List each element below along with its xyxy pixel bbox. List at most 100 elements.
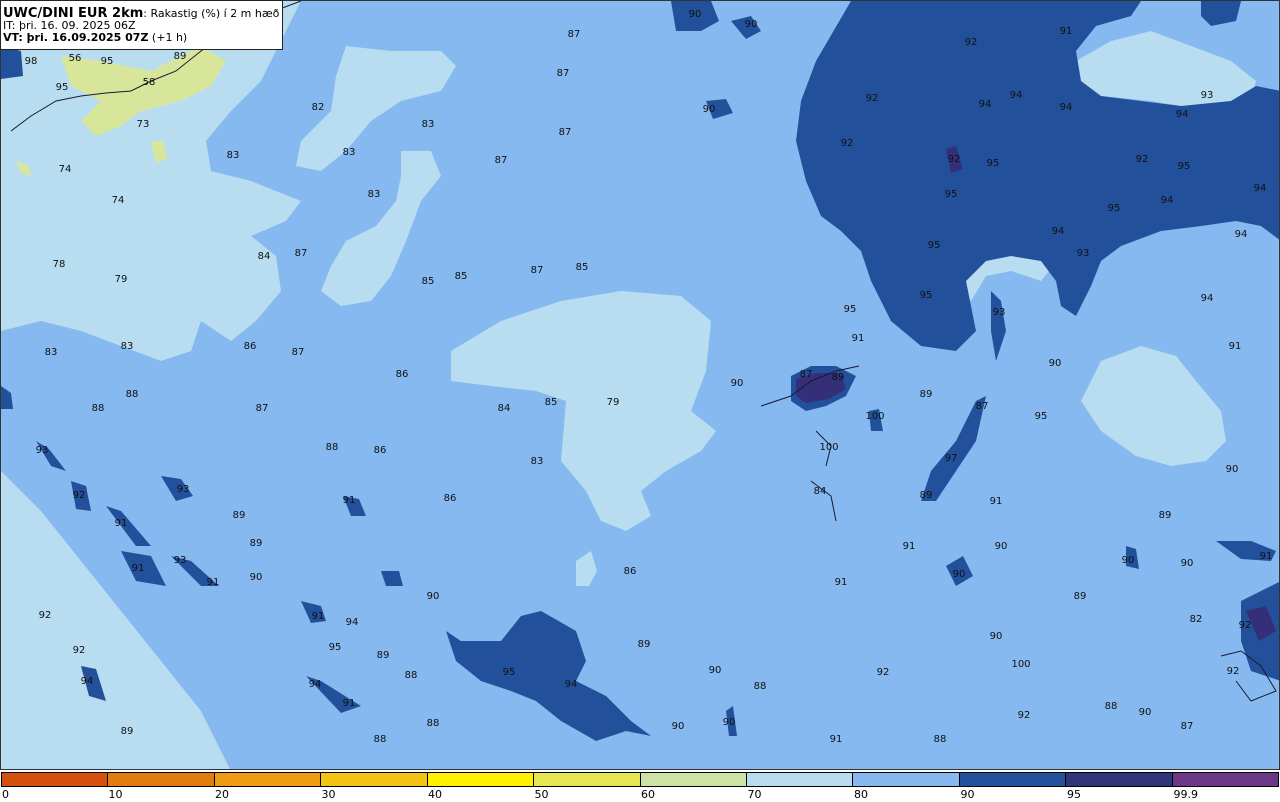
humidity-value-label: 84 — [257, 251, 271, 262]
humidity-value-label: 92 — [876, 667, 890, 678]
humidity-value-label: 90 — [1048, 358, 1062, 369]
humidity-value-label: 89 — [919, 389, 933, 400]
humidity-value-label: 82 — [311, 102, 325, 113]
humidity-value-label: 86 — [623, 566, 637, 577]
humidity-value-label: 79 — [114, 274, 128, 285]
zone-below-80-small — [576, 551, 597, 586]
map-canvas — [0, 0, 1280, 770]
humidity-value-label: 94 — [1059, 102, 1073, 113]
zone-below-80-east — [1081, 346, 1226, 466]
humidity-value-label: 94 — [1253, 183, 1267, 194]
humidity-value-label: 85 — [454, 271, 468, 282]
humidity-value-label: 94 — [978, 99, 992, 110]
legend-swatch — [321, 773, 428, 786]
humidity-value-label: 92 — [72, 490, 86, 501]
humidity-value-label: 87 — [530, 265, 544, 276]
zone-90-95-sw1 — [106, 506, 151, 546]
humidity-value-label: 100 — [819, 442, 839, 453]
humidity-value-label: 90 — [426, 591, 440, 602]
humidity-value-label: 87 — [255, 403, 269, 414]
humidity-value-label: 90 — [671, 721, 685, 732]
humidity-value-label: 84 — [497, 403, 511, 414]
humidity-value-label: 100 — [865, 411, 885, 422]
humidity-value-label: 90 — [1121, 555, 1135, 566]
humidity-value-label: 94 — [345, 617, 359, 628]
humidity-value-label: 94 — [308, 679, 322, 690]
humidity-value-label: 79 — [606, 397, 620, 408]
contour-map — [1, 1, 1279, 769]
humidity-value-label: 88 — [404, 670, 418, 681]
humidity-value-label: 86 — [243, 341, 257, 352]
zone-90-95-left2 — [1, 386, 13, 409]
legend-swatch — [214, 773, 322, 786]
humidity-value-label: 90 — [249, 572, 263, 583]
legend-tick-label: 60 — [641, 788, 655, 801]
humidity-value-label: 91 — [342, 698, 356, 709]
humidity-value-label: 86 — [373, 445, 387, 456]
humidity-value-label: 91 — [851, 333, 865, 344]
legend-swatch — [108, 773, 215, 786]
info-box: UWC/DINI EUR 2km: Rakastig (%) í 2 m hæð… — [0, 0, 283, 50]
humidity-value-label: 95 — [100, 56, 114, 67]
humidity-value-label: 85 — [544, 397, 558, 408]
humidity-value-label: 91 — [206, 577, 220, 588]
humidity-value-label: 94 — [1009, 90, 1023, 101]
humidity-value-label: 93 — [1076, 248, 1090, 259]
humidity-value-label: 93 — [992, 307, 1006, 318]
humidity-value-label: 92 — [947, 154, 961, 165]
zone-90-95-topright — [1201, 1, 1241, 26]
humidity-value-label: 97 — [944, 453, 958, 464]
humidity-value-label: 98 — [24, 56, 38, 67]
humidity-value-label: 93 — [173, 555, 187, 566]
zone-90-95-left — [1, 46, 23, 79]
humidity-value-label: 94 — [80, 676, 94, 687]
legend-tick-label: 99.9 — [1173, 788, 1199, 801]
humidity-value-label: 93 — [1200, 90, 1214, 101]
humidity-value-label: 88 — [125, 389, 139, 400]
humidity-value-label: 91 — [131, 563, 145, 574]
humidity-value-label: 84 — [813, 486, 827, 497]
zone-below-80-center — [451, 291, 716, 531]
humidity-value-label: 83 — [421, 119, 435, 130]
humidity-value-label: 87 — [494, 155, 508, 166]
legend-bar — [1, 772, 1279, 787]
humidity-value-label: 95 — [927, 240, 941, 251]
humidity-value-label: 87 — [558, 127, 572, 138]
humidity-value-label: 95 — [1034, 411, 1048, 422]
humidity-value-label: 89 — [232, 510, 246, 521]
zone-90-95-bay — [991, 291, 1006, 361]
humidity-value-label: 58 — [142, 77, 156, 88]
humidity-value-label: 83 — [342, 147, 356, 158]
humidity-value-label: 87 — [799, 369, 813, 380]
legend-swatch — [746, 773, 854, 786]
humidity-value-label: 83 — [530, 456, 544, 467]
humidity-value-label: 85 — [575, 262, 589, 273]
humidity-value-label: 92 — [1238, 620, 1252, 631]
humidity-value-label: 90 — [1225, 464, 1239, 475]
humidity-value-label: 95 — [919, 290, 933, 301]
humidity-value-label: 100 — [1011, 659, 1031, 670]
legend-swatch — [1172, 773, 1279, 786]
humidity-value-label: 91 — [1228, 341, 1242, 352]
zone-90-95-south — [446, 611, 651, 741]
humidity-value-label: 83 — [367, 189, 381, 200]
humidity-value-label: 91 — [902, 541, 916, 552]
legend-tick-label: 40 — [428, 788, 442, 801]
humidity-value-label: 90 — [688, 9, 702, 20]
humidity-value-label: 92 — [1226, 666, 1240, 677]
legend-tick-label: 70 — [747, 788, 762, 801]
legend-swatch — [640, 773, 747, 786]
humidity-value-label: 95 — [1107, 203, 1121, 214]
humidity-value-label: 85 — [421, 276, 435, 287]
humidity-value-label: 89 — [1158, 510, 1172, 521]
humidity-value-label: 88 — [373, 734, 387, 745]
valid-time: VT: þri. 16.09.2025 07Z — [3, 31, 149, 44]
legend-swatch — [534, 773, 641, 786]
humidity-value-label: 91 — [311, 611, 325, 622]
humidity-value-label: 87 — [294, 248, 308, 259]
humidity-value-label: 56 — [68, 53, 82, 64]
humidity-value-label: 87 — [556, 68, 570, 79]
humidity-value-label: 95 — [986, 158, 1000, 169]
humidity-value-label: 87 — [975, 401, 989, 412]
humidity-value-label: 88 — [1104, 701, 1118, 712]
